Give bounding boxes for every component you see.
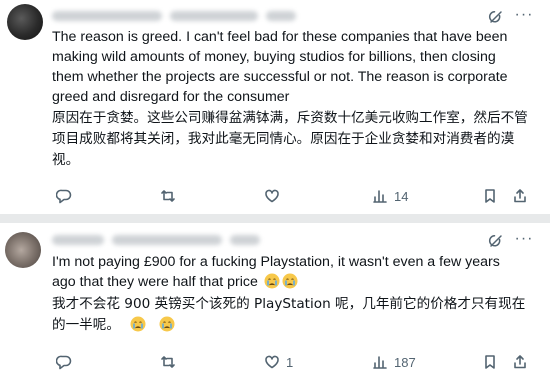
- crying-face-emoji: [282, 273, 298, 289]
- views-icon: [373, 356, 387, 369]
- avatar[interactable]: [7, 4, 43, 40]
- redacted-author-handle: [112, 235, 222, 245]
- tweet-1[interactable]: ··· The reason is greed. I can't feel ba…: [0, 0, 550, 214]
- repost-button[interactable]: [160, 352, 182, 372]
- views-count: 187: [394, 354, 416, 370]
- like-button[interactable]: 1: [264, 352, 293, 372]
- redacted-author-name: [52, 11, 162, 21]
- share-icon: [514, 189, 526, 203]
- tweet-header: [52, 8, 296, 24]
- bookmark-button[interactable]: [482, 186, 498, 206]
- heart-icon: [265, 355, 279, 369]
- tweet-text-english-wrapper: I'm not paying £900 for a fucking Playst…: [52, 252, 522, 292]
- tweet-actions: 14: [52, 186, 532, 206]
- crying-face-emoji: [130, 316, 146, 332]
- like-count: 1: [286, 354, 294, 370]
- redacted-timestamp: [230, 235, 260, 245]
- more-icon[interactable]: ···: [515, 6, 533, 23]
- share-icon: [514, 355, 526, 369]
- bookmark-icon: [485, 189, 495, 203]
- reply-icon: [56, 189, 72, 204]
- reply-button[interactable]: [56, 186, 78, 206]
- grok-icon[interactable]: [488, 233, 504, 249]
- bookmark-button[interactable]: [482, 352, 498, 372]
- tweet-actions: 1 187: [52, 352, 532, 372]
- repost-icon: [161, 356, 175, 368]
- repost-icon: [161, 190, 175, 202]
- grok-icon[interactable]: [488, 9, 504, 25]
- redacted-author-handle: [170, 11, 258, 21]
- more-icon[interactable]: ···: [515, 230, 533, 247]
- views-icon: [373, 190, 387, 203]
- heart-icon: [265, 189, 279, 203]
- tweet-text-english: The reason is greed. I can't feel bad fo…: [52, 29, 508, 105]
- tweet-text-chinese: 我才不会花 900 英镑买个该死的 PlayStation 呢，几年前它的价格才…: [52, 296, 526, 333]
- like-button[interactable]: [264, 186, 286, 206]
- redacted-timestamp: [266, 11, 296, 21]
- reply-button[interactable]: [56, 352, 78, 372]
- share-button[interactable]: [512, 186, 528, 206]
- views-button[interactable]: 14: [372, 186, 408, 206]
- repost-button[interactable]: [160, 186, 182, 206]
- reply-icon: [56, 355, 72, 370]
- tweet-text-chinese-wrapper: 我才不会花 900 英镑买个该死的 PlayStation 呢，几年前它的价格才…: [52, 294, 530, 336]
- tweet-text-chinese: 原因在于贪婪。这些公司赚得盆满钵满，斥资数十亿美元收购工作室，然后不管项目成败都…: [52, 110, 528, 168]
- redacted-author-name: [52, 235, 104, 245]
- bookmark-icon: [485, 355, 495, 369]
- views-count: 14: [394, 188, 409, 204]
- crying-face-emoji: [159, 316, 175, 332]
- share-button[interactable]: [512, 352, 528, 372]
- tweet-header: [52, 232, 260, 248]
- views-button[interactable]: 187: [372, 352, 416, 372]
- tweet-divider: [0, 214, 550, 223]
- avatar[interactable]: [5, 232, 41, 268]
- tweet-2[interactable]: ··· I'm not paying £900 for a fucking Pl…: [0, 223, 550, 377]
- crying-face-emoji: [264, 273, 280, 289]
